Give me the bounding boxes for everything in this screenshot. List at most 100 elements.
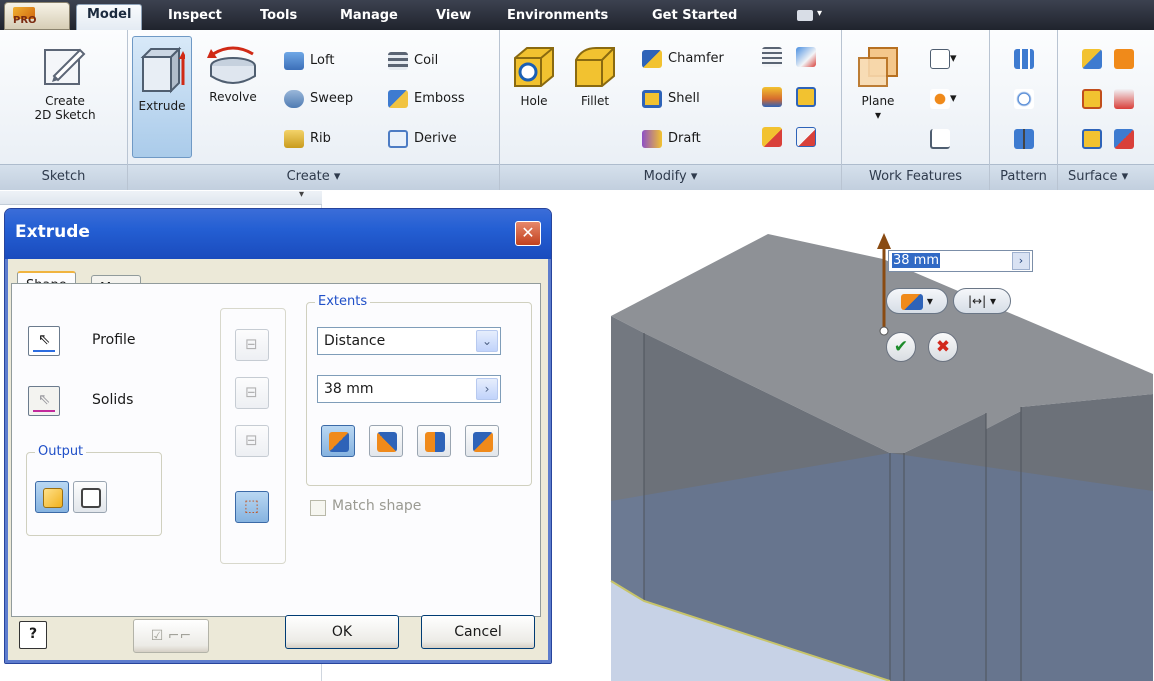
tab-get-started[interactable]: Get Started bbox=[642, 6, 747, 30]
plane-button[interactable]: Plane ▾ bbox=[850, 44, 906, 122]
extrude-output-minitool[interactable]: ▾ bbox=[886, 288, 948, 314]
point-button[interactable]: ▾ bbox=[930, 88, 957, 110]
extrude-button[interactable]: Extrude bbox=[132, 36, 192, 158]
ribbon-tab-bar: PRO Model Inspect Tools Manage View Envi… bbox=[0, 0, 1154, 30]
rib-button[interactable]: Rib bbox=[284, 128, 331, 150]
trim-button[interactable] bbox=[1114, 88, 1134, 110]
work-features-panel-title[interactable]: Work Features bbox=[842, 164, 989, 190]
ucs-button[interactable] bbox=[930, 128, 950, 150]
create-panel-title[interactable]: Create ▾ bbox=[128, 164, 499, 190]
extrude-label: Extrude bbox=[138, 99, 186, 113]
distance-input[interactable]: 38 mm › bbox=[317, 375, 501, 403]
derive-label: Derive bbox=[414, 131, 457, 146]
draft-icon bbox=[642, 129, 662, 148]
profile-select-button[interactable]: ⇖ bbox=[28, 326, 60, 356]
extents-minitool[interactable]: |↔| ▾ bbox=[953, 288, 1011, 314]
intersect-button[interactable]: ⊟ bbox=[235, 425, 269, 457]
graphics-window[interactable] bbox=[553, 191, 1154, 681]
cut-button[interactable]: ⊟ bbox=[235, 377, 269, 409]
extents-type-value: Distance bbox=[324, 333, 386, 349]
derive-button[interactable]: Derive bbox=[388, 128, 457, 150]
cursor-icon: ⇖ bbox=[38, 330, 51, 348]
symmetric-button[interactable] bbox=[417, 425, 451, 457]
hole-button[interactable]: Hole bbox=[506, 44, 562, 108]
match-shape-label: Match shape bbox=[332, 498, 422, 514]
pattern-panel-title[interactable]: Pattern bbox=[990, 164, 1057, 190]
extend-button[interactable] bbox=[1114, 128, 1134, 150]
move-face-button[interactable] bbox=[796, 86, 816, 108]
work-features-panel: Plane ▾ ▾ ▾ Work Features bbox=[842, 30, 990, 190]
surface-output-button[interactable] bbox=[73, 481, 107, 513]
tab-view[interactable]: View bbox=[426, 6, 481, 30]
tab-manage[interactable]: Manage bbox=[330, 6, 408, 30]
fillet-button[interactable]: Fillet bbox=[566, 44, 624, 108]
sweep-button[interactable]: Sweep bbox=[284, 88, 353, 110]
surface-panel-title[interactable]: Surface ▾ bbox=[1058, 164, 1154, 190]
replace-face-button[interactable] bbox=[762, 126, 782, 148]
axis-button[interactable]: ▾ bbox=[930, 48, 957, 70]
tab-inspect[interactable]: Inspect bbox=[158, 6, 232, 30]
ok-button[interactable]: OK bbox=[285, 615, 399, 649]
circular-pattern-button[interactable] bbox=[1014, 88, 1034, 110]
surface-panel-title-text: Surface bbox=[1068, 169, 1118, 184]
create-2d-sketch-button[interactable]: Create 2D Sketch bbox=[10, 44, 120, 122]
close-button[interactable]: ✕ bbox=[515, 221, 541, 246]
shell-button[interactable]: Shell bbox=[642, 88, 700, 110]
asymmetric-button[interactable] bbox=[465, 425, 499, 457]
direction-1-button[interactable] bbox=[321, 425, 355, 457]
combine-button[interactable] bbox=[762, 86, 782, 108]
sculpt-button[interactable] bbox=[1082, 88, 1102, 110]
emboss-button[interactable]: Emboss bbox=[388, 88, 465, 110]
tab-environments[interactable]: Environments bbox=[497, 6, 618, 30]
solids-select-button[interactable]: ⇖ bbox=[28, 386, 60, 416]
chevron-down-icon: ▾ bbox=[1121, 169, 1129, 184]
rectangular-pattern-button[interactable] bbox=[1014, 48, 1034, 70]
direction-2-button[interactable] bbox=[369, 425, 403, 457]
chevron-down-icon[interactable]: ▾ bbox=[817, 8, 822, 19]
tab-tools[interactable]: Tools bbox=[250, 6, 307, 30]
preview-toggle-button[interactable]: ☑ ⌐⌐ bbox=[133, 619, 209, 653]
application-menu-button[interactable]: PRO bbox=[4, 2, 70, 30]
delete-face-button[interactable] bbox=[796, 126, 816, 148]
sketch-icon bbox=[44, 48, 86, 85]
chevron-down-icon[interactable]: ▾ bbox=[299, 189, 304, 200]
chamfer-button[interactable]: Chamfer bbox=[642, 48, 724, 70]
new-solid-button[interactable]: ⬚ bbox=[235, 491, 269, 523]
fillet-icon bbox=[575, 47, 615, 87]
modify-panel-title[interactable]: Modify ▾ bbox=[500, 164, 841, 190]
chevron-right-icon[interactable]: › bbox=[476, 378, 498, 400]
tab-model[interactable]: Model bbox=[76, 4, 143, 30]
asymmetric-icon bbox=[473, 432, 493, 452]
chevron-down-icon[interactable]: ⌄ bbox=[476, 330, 498, 352]
arrow-head-icon[interactable] bbox=[877, 233, 891, 249]
stitch-button[interactable] bbox=[1114, 48, 1134, 70]
dialog-title: Extrude bbox=[15, 222, 90, 242]
loft-button[interactable]: Loft bbox=[284, 50, 334, 72]
join-button[interactable]: ⊟ bbox=[235, 329, 269, 361]
cancel-button[interactable]: Cancel bbox=[421, 615, 535, 649]
chevron-right-icon[interactable]: › bbox=[1012, 252, 1030, 270]
viewport-cancel-button[interactable]: ✖ bbox=[928, 332, 958, 362]
viewport-ok-button[interactable]: ✔ bbox=[886, 332, 916, 362]
coil-button[interactable]: Coil bbox=[388, 50, 438, 72]
match-shape-checkbox[interactable] bbox=[310, 500, 326, 516]
thicken-button[interactable] bbox=[1082, 48, 1102, 70]
replace-button[interactable] bbox=[1082, 128, 1102, 150]
draft-button[interactable]: Draft bbox=[642, 128, 701, 150]
dialog-titlebar[interactable]: Extrude ✕ bbox=[5, 209, 551, 259]
video-icon[interactable] bbox=[797, 10, 813, 21]
emboss-label: Emboss bbox=[414, 91, 465, 106]
solids-underline bbox=[33, 410, 55, 412]
revolve-button[interactable]: Revolve bbox=[200, 44, 266, 104]
cursor-icon: ⇖ bbox=[38, 390, 51, 408]
viewport-distance-input[interactable]: 38 mm › bbox=[888, 250, 1033, 272]
loft-icon bbox=[284, 51, 304, 70]
extents-type-dropdown[interactable]: Distance ⌄ bbox=[317, 327, 501, 355]
circular-pattern-icon bbox=[1014, 88, 1034, 109]
thread-button[interactable] bbox=[762, 46, 782, 68]
split-button[interactable] bbox=[796, 46, 816, 68]
solid-output-button[interactable] bbox=[35, 481, 69, 513]
help-button[interactable]: ? bbox=[19, 621, 47, 649]
mirror-button[interactable] bbox=[1014, 128, 1034, 150]
chevron-down-icon: ▾ bbox=[989, 294, 996, 308]
